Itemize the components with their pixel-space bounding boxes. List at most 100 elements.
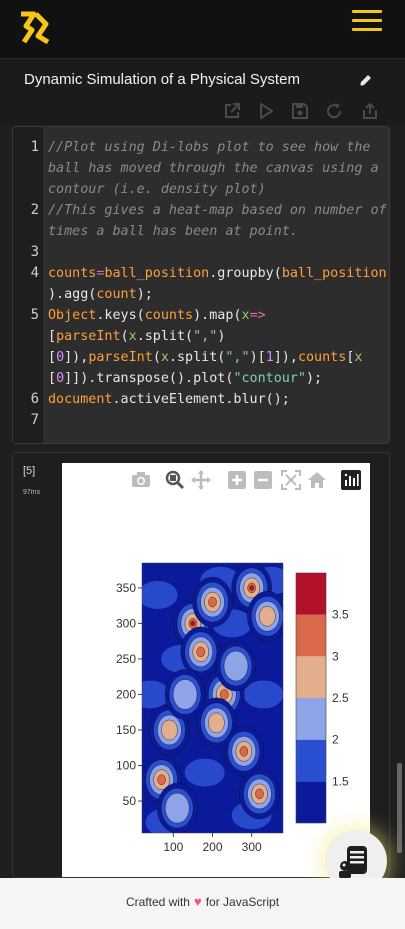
line-text: ).agg(count); [48,284,153,305]
line-number: 2 [30,202,39,218]
colorbar-segment [296,573,326,615]
line-number: 6 [30,391,39,407]
x-tick-label: 100 [163,840,183,854]
line-text: times a ball has been at point. [48,221,298,242]
footer-prefix: Crafted with [125,895,190,909]
code-token: ( [152,350,161,365]
code-token: "contour" [233,371,306,386]
contour-hotspot [255,788,264,800]
colorbar-tick-label: 3.5 [332,608,349,622]
chart-canvas: 50 100 150 200 250 300 350 100 200 300 1.5 2 2.5 3 3.5 [116,562,349,854]
contour-hotspot [223,650,249,682]
line-text: counts=ball_position.groupby(ball_positi… [48,263,387,284]
contour-hotspot [239,746,249,757]
y-tick-label: 200 [116,687,136,701]
code-token: times a ball has been at point. [48,224,298,239]
colorbar-tick-label: 1.5 [332,774,349,788]
code-token: => [249,308,266,323]
code-token: ); [306,371,323,386]
save-icon[interactable] [290,101,310,121]
code-token: count [96,287,137,302]
line-number: 3 [30,244,39,260]
contour-hotspot [172,679,198,710]
notebook-title-bar: Dynamic Simulation of a Physical System [0,59,405,125]
code-token: 1 [265,350,274,365]
line-number: 4 [30,265,39,281]
colorbar-segment [296,656,326,698]
code-token: parseInt [88,350,153,365]
pencil-icon[interactable] [357,73,373,89]
contour-hotspot [165,792,190,824]
top-nav-bar [0,0,405,58]
line-text: //This gives a heat-map based on number … [48,200,387,221]
menu-bar [352,10,382,13]
hamburger-menu-icon[interactable] [352,10,382,32]
code-token: ]]).transpose().plot( [64,371,234,386]
line-text: contour (i.e. density plot) [48,179,266,200]
code-token: 0 [56,371,65,386]
contour-hotspot [161,719,178,741]
contour-hotspot [196,646,205,658]
code-token: ( [120,329,129,344]
code-token: )[ [249,350,266,365]
x-tick-label: 200 [202,840,222,854]
code-token: [ [48,371,57,386]
code-token: .split( [136,329,194,344]
code-token: .groupby( [209,266,282,281]
line-number: 7 [30,412,39,428]
line-text: //Plot using Di-lobs plot to see how the [48,137,370,158]
page-title: Dynamic Simulation of a Physical System [24,71,300,88]
code-token: .keys( [96,308,145,323]
contour-hotspot [208,596,217,608]
lightning-bolt-logo-icon[interactable] [16,8,56,48]
code-token: x [241,308,250,323]
code-token: //Plot using Di-lobs plot to see how the [48,140,371,155]
play-icon[interactable] [256,101,276,121]
code-token: x [160,350,169,365]
contour-hotspot [208,712,225,734]
colorbar-segment [296,698,326,740]
code-token: .split( [168,350,226,365]
code-token: ); [136,287,153,302]
colorbar-tick-label: 2 [332,733,339,747]
code-token: "," [225,350,250,365]
output-cell: [5] 97ms 50 100 150 200 250 300 350 100 … [12,452,390,878]
contour-plot[interactable]: 50 100 150 200 250 300 350 100 200 300 1.5 2 2.5 3 3.5 [62,463,370,877]
footer-credit: Crafted with ♥ for JavaScript [0,894,405,909]
code-token: ).map( [193,308,242,323]
line-number: 5 [30,307,39,323]
share-icon[interactable] [360,101,380,121]
contour-hotspot [249,585,254,591]
line-text: document.activeElement.blur(); [48,389,290,410]
code-token: Object [48,308,97,323]
page-scrollbar[interactable] [397,763,402,853]
line-text: [0]]).transpose().plot("contour"); [48,368,322,389]
external-link-icon[interactable] [222,101,242,121]
contour-region [184,758,225,787]
code-cell[interactable]: 1 //Plot using Di-lobs plot to see how th… [12,126,390,444]
y-tick-label: 300 [116,616,136,630]
y-tick-label: 150 [116,723,136,737]
execution-time: 97ms [23,489,41,496]
code-token: ball_position [281,266,387,281]
refresh-icon[interactable] [324,101,344,121]
code-token: "," [193,329,218,344]
menu-bar [352,28,382,31]
code-token: document [48,392,113,407]
code-token: x [354,350,363,365]
line-text: ball has moved through the canvas using … [48,158,379,179]
code-token: //This gives a heat-map based on number … [48,203,387,218]
line-number: 1 [30,139,39,155]
y-tick-label: 100 [116,759,136,773]
execution-count: [5] [23,465,36,477]
y-tick-label: 250 [116,652,136,666]
x-tick-label: 300 [242,840,262,854]
code-token: counts [297,350,347,365]
contour-hotspot [157,774,166,785]
code-token: [ [48,329,57,344]
code-token: contour (i.e. density plot) [48,182,266,197]
code-token: .activeElement.blur(); [112,392,290,407]
heart-icon: ♥ [193,894,202,909]
code-token: ]), [273,350,298,365]
colorbar-segment [296,781,326,823]
